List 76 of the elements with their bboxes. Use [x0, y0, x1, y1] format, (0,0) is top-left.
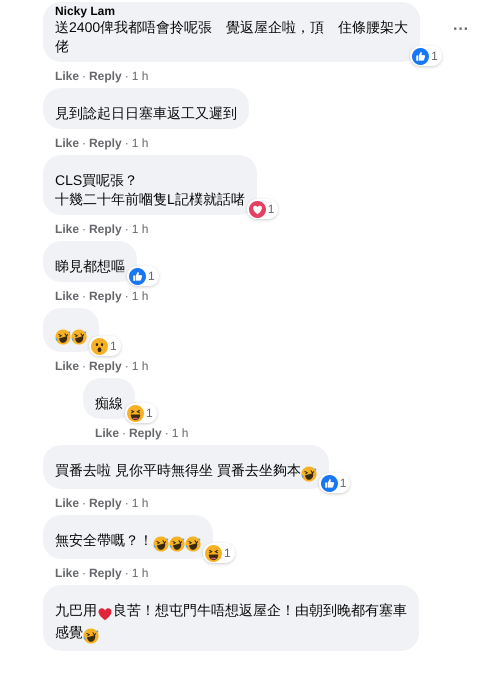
- separator-dot: ·: [124, 288, 129, 305]
- laughing-tears-icon: [185, 536, 201, 552]
- separator-dot: ·: [122, 425, 126, 442]
- reaction-count: 1: [110, 338, 117, 355]
- like-link[interactable]: Like: [55, 134, 80, 152]
- comment-text: 見到諗起日日塞車返工又遲到: [55, 105, 237, 121]
- timestamp[interactable]: 1 h: [132, 494, 148, 512]
- like-link[interactable]: Like: [55, 67, 80, 85]
- like-link[interactable]: Like: [55, 494, 80, 512]
- author-name[interactable]: Nicky Lam: [55, 4, 408, 18]
- laughing-tears-icon: [55, 329, 71, 346]
- like-link[interactable]: Like: [95, 424, 120, 442]
- separator-dot: ·: [82, 68, 86, 85]
- timestamp[interactable]: 1 h: [132, 564, 148, 582]
- reply-link[interactable]: Reply: [129, 424, 162, 442]
- like-link[interactable]: Like: [55, 564, 80, 582]
- reaction-badge[interactable]: 1: [246, 199, 278, 219]
- separator-dot: ·: [82, 565, 86, 582]
- laughing-tears-icon: [169, 536, 185, 552]
- separator-dot: ·: [124, 135, 129, 152]
- timestamp[interactable]: 1 h: [132, 220, 148, 238]
- heart-icon: [97, 606, 113, 622]
- reaction-badge[interactable]: 1: [203, 543, 235, 563]
- comment-text: 無安全帶嘅？！: [55, 532, 153, 548]
- comment-text: 良苦！想屯門牛唔想返屋企！由朝到晚都有塞車: [113, 602, 407, 618]
- reaction-badge[interactable]: 1: [127, 266, 159, 286]
- reaction-count: 1: [431, 48, 438, 65]
- timestamp[interactable]: 1 h: [132, 357, 148, 375]
- reaction-badge[interactable]: 1: [410, 46, 442, 66]
- reaction-badge[interactable]: 1: [89, 336, 121, 356]
- reply-link[interactable]: Reply: [89, 67, 122, 85]
- timestamp[interactable]: 1 h: [132, 134, 148, 152]
- comment-text: CLS買呢張？: [55, 172, 138, 188]
- reply-link[interactable]: Reply: [89, 134, 122, 152]
- reaction-count: 1: [148, 268, 155, 285]
- like-link[interactable]: Like: [55, 220, 80, 238]
- timestamp[interactable]: 1 h: [132, 287, 148, 305]
- reply-link[interactable]: Reply: [89, 564, 122, 582]
- like-link[interactable]: Like: [55, 287, 80, 305]
- separator-dot: ·: [82, 135, 86, 152]
- reply-link[interactable]: Reply: [89, 357, 122, 375]
- more-options-icon[interactable]: ···: [453, 22, 469, 38]
- comment-text: 佬: [55, 38, 69, 54]
- reaction-count: 1: [340, 475, 346, 492]
- separator-dot: ·: [82, 358, 86, 375]
- separator-dot: ·: [124, 495, 129, 512]
- separator-dot: ·: [124, 221, 129, 238]
- comment-text: 送2400俾我都唔會拎呢張 覺返屋企啦，頂 住條腰架大: [55, 19, 408, 35]
- reaction-badge[interactable]: 1: [318, 473, 350, 493]
- reply-link[interactable]: Reply: [89, 494, 122, 512]
- separator-dot: ·: [124, 565, 129, 582]
- reaction-count: 1: [268, 201, 274, 218]
- reply-link[interactable]: Reply: [89, 220, 122, 238]
- comment-text: 十幾二十年前嗰隻L記樸就話啫: [55, 191, 245, 207]
- reaction-count: 1: [224, 545, 231, 562]
- separator-dot: ·: [124, 358, 129, 375]
- like-link[interactable]: Like: [55, 357, 80, 375]
- reaction-badge[interactable]: 1: [125, 403, 157, 423]
- laughing-tears-icon: [71, 329, 87, 346]
- separator-dot: ·: [82, 495, 86, 512]
- separator-dot: ·: [82, 221, 86, 238]
- comment-text: 感覺: [55, 624, 83, 640]
- timestamp[interactable]: 1 h: [132, 67, 148, 85]
- reaction-count: 1: [146, 405, 153, 422]
- laughing-tears-icon: [300, 466, 317, 482]
- laughing-tears-icon: [153, 536, 169, 552]
- separator-dot: ·: [82, 288, 86, 305]
- separator-dot: ·: [124, 68, 129, 85]
- comment-text: 九巴用: [55, 602, 97, 618]
- comment-text: 買番去啦 見你平時無得坐 買番去坐夠本: [55, 462, 301, 478]
- reply-link[interactable]: Reply: [89, 287, 122, 305]
- comment-text: 睇見都想嘔: [55, 258, 125, 274]
- comment-text: 痴線: [95, 395, 123, 411]
- separator-dot: ·: [164, 425, 169, 442]
- laughing-tears-icon: [83, 628, 99, 644]
- timestamp[interactable]: 1 h: [172, 424, 188, 442]
